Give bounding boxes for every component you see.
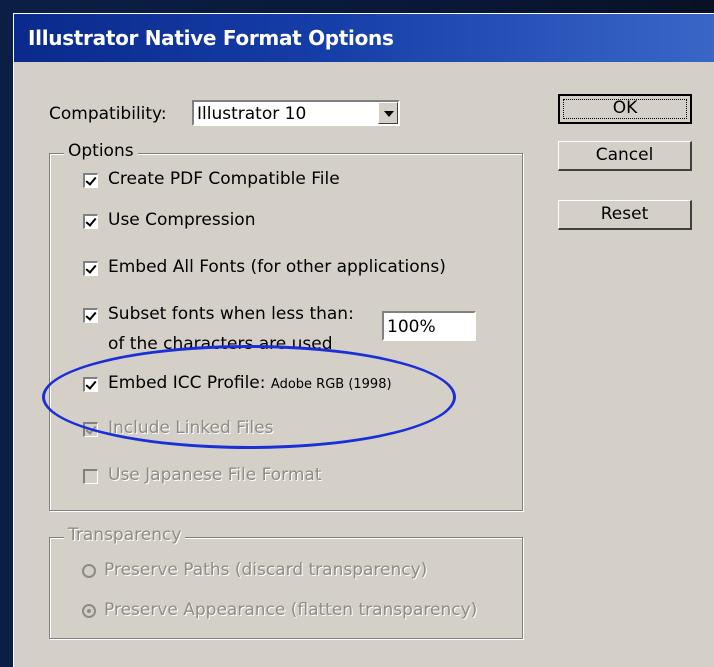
embed-icc-label: Embed ICC Profile: (108, 373, 266, 393)
japanese-format-checkbox[interactable] (83, 469, 98, 484)
reset-button-label: Reset (600, 204, 649, 224)
subset-percent-value: 100% (387, 317, 436, 337)
subset-fonts-suffix: of the characters are used (108, 334, 333, 354)
cancel-button-label: Cancel (595, 145, 654, 165)
preserve-paths-radio[interactable] (82, 564, 96, 578)
embed-fonts-label[interactable]: Embed All Fonts (for other applications) (108, 257, 446, 277)
embed-fonts-checkbox[interactable] (83, 261, 98, 276)
illustrator-native-format-options-dialog: Illustrator Native Format Options Compat… (13, 13, 714, 667)
preserve-appearance-radio[interactable] (82, 604, 96, 618)
use-compression-checkbox[interactable] (83, 214, 98, 229)
cancel-button[interactable]: Cancel (558, 141, 692, 171)
preserve-appearance-label[interactable]: Preserve Appearance (flatten transparenc… (104, 600, 477, 620)
japanese-format-label[interactable]: Use Japanese File Format (108, 465, 322, 485)
transparency-group-legend: Transparency (64, 525, 186, 545)
focus-rectangle (563, 99, 687, 119)
icc-profile-name: Adobe RGB (1998) (270, 377, 392, 392)
compatibility-label: Compatibility: (49, 104, 167, 124)
create-pdf-checkbox[interactable] (83, 173, 98, 188)
use-compression-label[interactable]: Use Compression (108, 210, 255, 230)
options-group-legend: Options (64, 141, 138, 161)
subset-fonts-label[interactable]: Subset fonts when less than: (108, 304, 354, 324)
create-pdf-label[interactable]: Create PDF Compatible File (108, 169, 340, 189)
subset-percent-input[interactable]: 100% (382, 311, 476, 341)
embed-icc-text[interactable]: Embed ICC Profile: Adobe RGB (1998) (108, 373, 392, 393)
preserve-paths-label[interactable]: Preserve Paths (discard transparency) (104, 560, 427, 580)
compatibility-value: Illustrator 10 (197, 104, 307, 124)
subset-fonts-checkbox[interactable] (83, 308, 98, 323)
include-linked-checkbox[interactable] (83, 422, 98, 437)
compatibility-select[interactable]: Illustrator 10 (192, 100, 400, 126)
dialog-title-bar[interactable]: Illustrator Native Format Options (14, 14, 714, 62)
ok-button[interactable]: OK (558, 94, 692, 124)
transparency-group (49, 537, 523, 639)
include-linked-label[interactable]: Include Linked Files (108, 418, 273, 438)
dialog-title: Illustrator Native Format Options (28, 26, 394, 50)
chevron-down-icon[interactable] (378, 102, 398, 124)
embed-icc-checkbox[interactable] (83, 377, 98, 392)
reset-button[interactable]: Reset (558, 200, 692, 230)
